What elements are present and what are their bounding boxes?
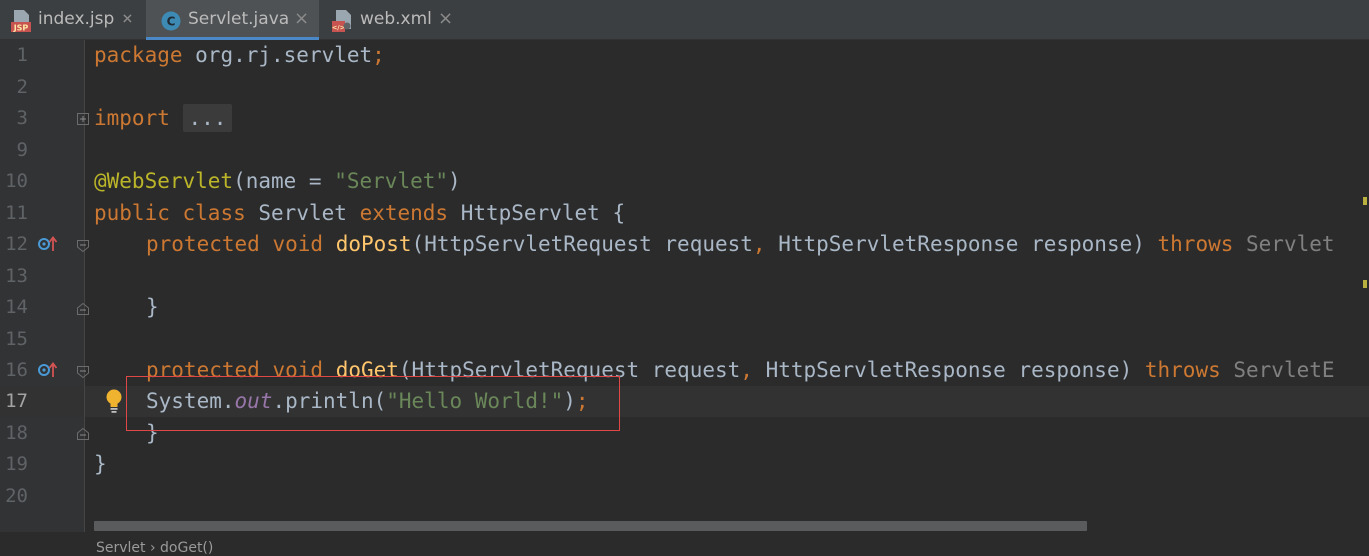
line-number: 13 [5,265,28,287]
override-method-icon[interactable] [37,236,59,252]
jsp-file-icon: JSP [11,10,31,33]
editor-tab-bar: JSP index.jsp C Servlet.java × </> web.x… [0,0,1369,40]
lightbulb-icon[interactable] [104,388,124,414]
override-method-icon[interactable] [37,362,59,378]
fold-collapse-icon[interactable] [77,240,89,252]
tab-label: index.jsp [38,9,115,29]
fold-collapse-icon[interactable] [77,366,89,378]
code-line: import ... [94,103,233,134]
line-number: 16 [5,359,28,381]
tab-label: Servlet.java [188,9,290,29]
close-icon[interactable]: × [294,8,309,29]
code-line: package org.rj.servlet; [94,43,385,67]
fold-end-icon[interactable] [77,428,89,440]
breadcrumb[interactable]: Servlet › doGet() [96,540,213,556]
svg-text:JSP: JSP [13,24,29,33]
line-number: 9 [16,139,28,161]
error-stripe-mark[interactable] [1363,280,1367,288]
line-number: 20 [5,485,28,507]
error-stripe-mark[interactable] [1363,197,1367,205]
line-number: 1 [16,44,28,66]
line-number: 15 [5,328,28,350]
line-number: 19 [5,453,28,475]
code-line: public class Servlet extends HttpServlet… [94,201,626,225]
code-line: } [146,295,159,319]
fold-expand-icon[interactable] [77,113,89,125]
folded-imports[interactable]: ... [182,104,233,132]
code-line: } [94,452,107,476]
svg-text:</>: </> [332,24,345,32]
horizontal-scrollbar[interactable] [94,521,1087,531]
line-number: 18 [5,422,28,444]
close-icon[interactable]: × [122,8,133,29]
line-number-current: 17 [5,390,28,412]
line-number: 3 [16,107,28,129]
code-line: @WebServlet(name = "Servlet") [94,169,461,193]
line-number: 2 [16,76,28,98]
line-number: 11 [5,202,28,224]
tab-servlet-java[interactable]: C Servlet.java × [146,0,319,40]
java-class-icon: C [161,11,181,31]
tab-web-xml[interactable]: </> web.xml × [319,0,469,40]
xml-file-icon: </> [332,10,351,32]
line-number: 10 [5,170,28,192]
code-line: protected void doPost(HttpServletRequest… [146,232,1335,256]
line-number: 14 [5,296,28,318]
line-number: 12 [5,233,28,255]
fold-end-icon[interactable] [77,303,89,315]
svg-text:C: C [167,15,176,29]
tab-label: web.xml [360,9,432,29]
highlight-annotation-box [126,376,620,431]
close-icon[interactable]: × [438,8,453,29]
